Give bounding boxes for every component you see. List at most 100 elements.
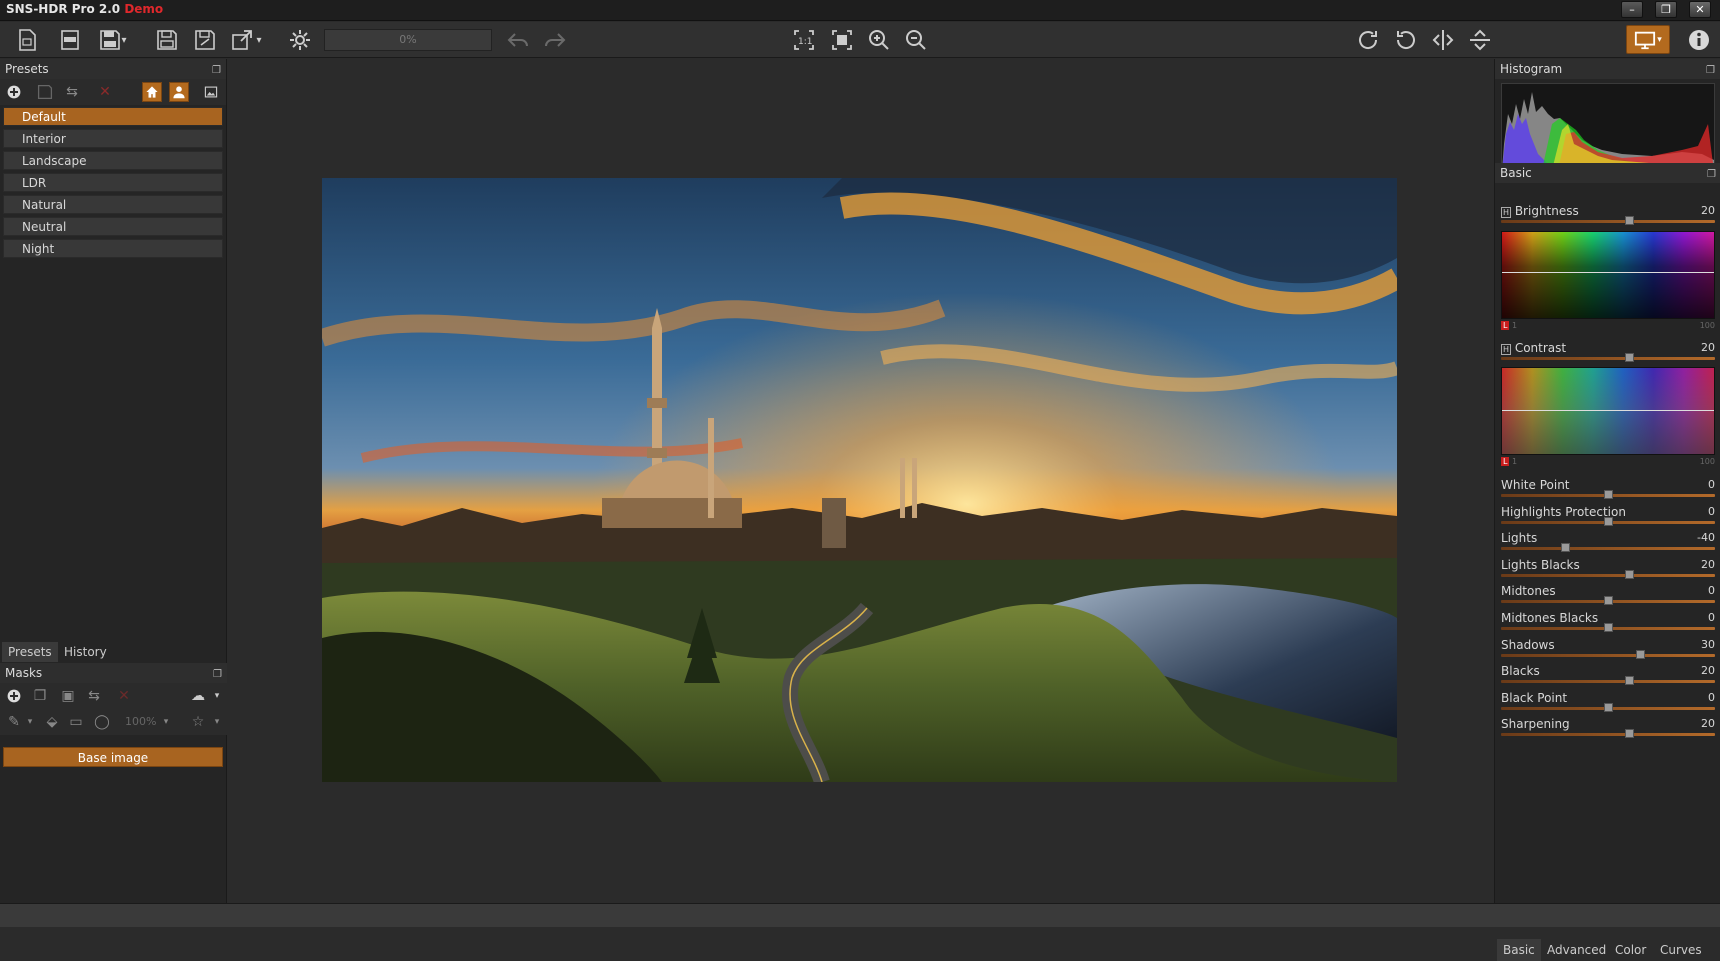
tab-color[interactable]: Color xyxy=(1609,939,1652,961)
duplicate-mask-icon[interactable]: ❐ xyxy=(30,686,50,706)
slider-track[interactable] xyxy=(1501,623,1715,632)
slider-value[interactable]: 0 xyxy=(1708,611,1715,624)
preset-item-landscape[interactable]: Landscape xyxy=(3,151,223,170)
slider-track[interactable] xyxy=(1501,702,1715,712)
new-file-icon[interactable] xyxy=(12,26,42,54)
star-icon[interactable]: ☆ xyxy=(188,712,208,732)
settings-icon[interactable] xyxy=(285,26,315,54)
cloud-icon[interactable]: ☁ xyxy=(188,686,208,706)
home-icon[interactable] xyxy=(142,82,162,102)
brightness-value[interactable]: 20 xyxy=(1701,204,1715,217)
slider-thumb[interactable] xyxy=(1625,569,1635,579)
brush-opacity[interactable]: 100% xyxy=(125,715,156,728)
preset-item-default[interactable]: Default xyxy=(3,107,223,126)
black-point-slider[interactable]: Black Point 0 xyxy=(1501,691,1715,717)
chevron-down-icon[interactable]: ▾ xyxy=(156,712,176,732)
hue-toggle-icon[interactable]: H xyxy=(1501,344,1511,355)
flip-horizontal-icon[interactable] xyxy=(1428,26,1458,54)
tab-basic[interactable]: Basic xyxy=(1497,939,1541,961)
slider-value[interactable]: 0 xyxy=(1708,478,1715,491)
actual-size-icon[interactable]: 1:1 xyxy=(789,26,819,54)
tab-curves[interactable]: Curves xyxy=(1654,939,1708,961)
slider-thumb[interactable] xyxy=(1604,490,1613,499)
display-mode-button[interactable]: ▾ xyxy=(1626,25,1670,54)
midtones-slider[interactable]: Midtones 0 xyxy=(1501,584,1715,610)
hue-curve[interactable] xyxy=(1502,410,1714,411)
rotate-left-icon[interactable] xyxy=(1391,26,1421,54)
chevron-down-icon[interactable]: ▾ xyxy=(207,712,227,732)
add-mask-icon[interactable] xyxy=(4,686,24,706)
slider-thumb[interactable] xyxy=(1604,596,1613,606)
preset-item-neutral[interactable]: Neutral xyxy=(3,217,223,236)
slider-thumb[interactable] xyxy=(1625,676,1635,686)
midtones-blacks-slider[interactable]: Midtones Blacks 0 xyxy=(1501,611,1715,637)
circle-icon[interactable]: ◯ xyxy=(92,712,112,732)
delete-mask-icon[interactable]: ✕ xyxy=(114,686,134,706)
chevron-down-icon[interactable]: ▾ xyxy=(252,26,266,54)
save-icon[interactable] xyxy=(152,26,182,54)
contrast-value[interactable]: 20 xyxy=(1701,341,1715,354)
tab-presets[interactable]: Presets xyxy=(2,642,58,662)
contrast-slider[interactable]: H Contrast 20 xyxy=(1501,341,1715,367)
white-point-slider[interactable]: White Point 0 xyxy=(1501,478,1715,504)
brightness-hue-graph[interactable] xyxy=(1501,231,1715,319)
minimize-button[interactable]: – xyxy=(1621,1,1643,18)
hue-toggle-icon[interactable]: H xyxy=(1501,207,1511,218)
fit-screen-icon[interactable] xyxy=(827,26,857,54)
zoom-in-icon[interactable] xyxy=(864,26,894,54)
chevron-down-icon[interactable]: ▾ xyxy=(117,26,131,54)
slider-track[interactable] xyxy=(1501,729,1715,739)
close-button[interactable]: ✕ xyxy=(1689,1,1711,18)
preset-item-interior[interactable]: Interior xyxy=(3,129,223,148)
slider-value[interactable]: 0 xyxy=(1708,691,1715,704)
slider-value[interactable]: 20 xyxy=(1701,664,1715,677)
preset-item-ldr[interactable]: LDR xyxy=(3,173,223,192)
zoom-out-icon[interactable] xyxy=(901,26,931,54)
undock-icon[interactable]: ❐ xyxy=(1706,61,1715,81)
slider-track[interactable] xyxy=(1501,649,1715,659)
slider-value[interactable]: 20 xyxy=(1701,717,1715,730)
slider-track[interactable] xyxy=(1501,543,1715,553)
preset-item-night[interactable]: Night xyxy=(3,239,223,258)
base-image-layer[interactable]: Base image xyxy=(3,747,223,767)
save-preset-icon[interactable] xyxy=(35,82,55,102)
slider-value[interactable]: 20 xyxy=(1701,558,1715,571)
slider-track[interactable] xyxy=(1501,569,1715,579)
slider-thumb[interactable] xyxy=(1636,649,1646,659)
info-icon[interactable] xyxy=(1684,26,1714,54)
invert-mask-icon[interactable]: ⇆ xyxy=(84,686,104,706)
add-preset-icon[interactable] xyxy=(4,82,24,102)
rename-preset-icon[interactable]: ⇆ xyxy=(62,82,82,102)
mask-image-icon[interactable]: ▣ xyxy=(58,686,78,706)
slider-thumb[interactable] xyxy=(1604,702,1613,712)
slider-track[interactable] xyxy=(1501,596,1715,606)
undo-icon[interactable] xyxy=(503,26,533,54)
redo-icon[interactable] xyxy=(540,26,570,54)
highlights-protection-slider[interactable]: Highlights Protection 0 xyxy=(1501,505,1715,531)
slider-thumb[interactable] xyxy=(1625,353,1635,362)
tab-advanced[interactable]: Advanced xyxy=(1541,939,1612,961)
image-preset-icon[interactable] xyxy=(201,82,221,102)
slider-track[interactable] xyxy=(1501,490,1715,499)
slider-thumb[interactable] xyxy=(1604,516,1613,526)
slider-thumb[interactable] xyxy=(1561,543,1571,553)
slider-track[interactable] xyxy=(1501,676,1715,686)
shadows-slider[interactable]: Shadows 30 xyxy=(1501,638,1715,664)
flip-vertical-icon[interactable] xyxy=(1465,26,1495,54)
delete-preset-icon[interactable]: ✕ xyxy=(95,82,115,102)
chevron-down-icon[interactable]: ▾ xyxy=(20,712,40,732)
slider-value[interactable]: 30 xyxy=(1701,638,1715,651)
fill-icon[interactable]: ⬙ xyxy=(42,712,62,732)
slider-value[interactable]: 0 xyxy=(1708,584,1715,597)
slider-thumb[interactable] xyxy=(1625,729,1635,739)
slider-track[interactable] xyxy=(1501,516,1715,526)
slider-thumb[interactable] xyxy=(1625,216,1635,225)
tab-history[interactable]: History xyxy=(58,642,113,662)
slider-value[interactable]: 0 xyxy=(1708,505,1715,518)
save-as-icon[interactable] xyxy=(190,26,220,54)
open-sns-icon[interactable] xyxy=(55,26,85,54)
slider-track[interactable] xyxy=(1501,353,1715,362)
undock-icon[interactable]: ❐ xyxy=(212,61,221,81)
lights-slider[interactable]: Lights -40 xyxy=(1501,531,1715,557)
sharpening-slider[interactable]: Sharpening 20 xyxy=(1501,717,1715,743)
